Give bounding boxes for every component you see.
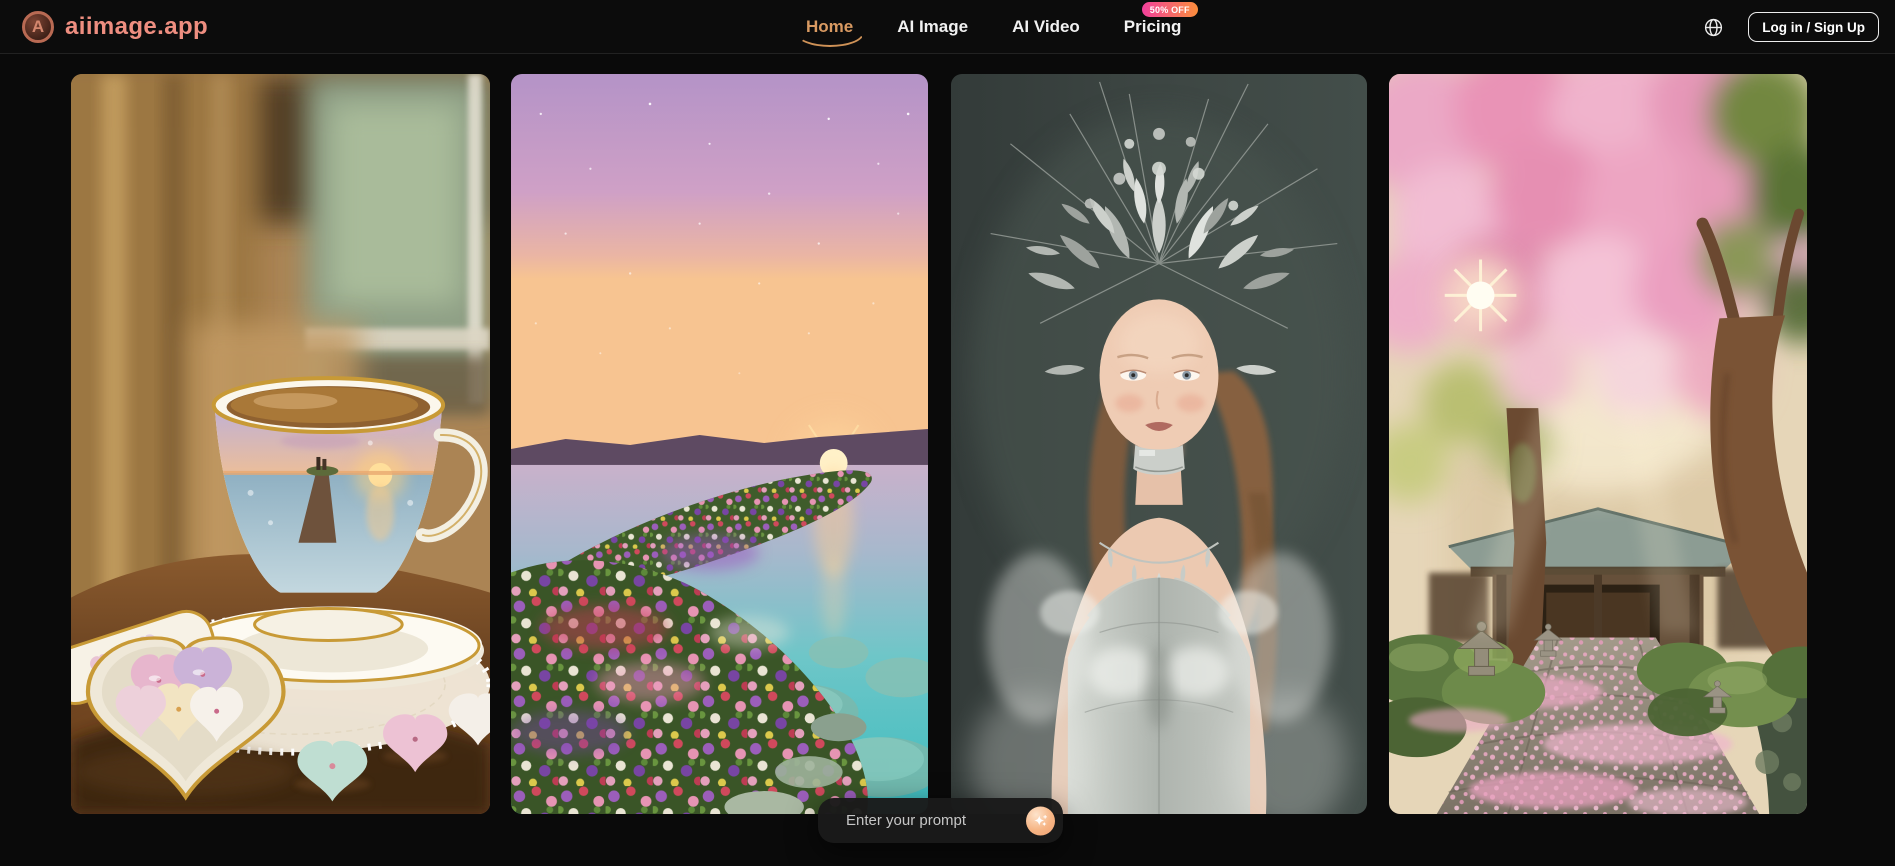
header-actions: Log in / Sign Up (1702, 0, 1879, 54)
login-signup-button[interactable]: Log in / Sign Up (1748, 12, 1879, 42)
top-navigation-bar: A aiimage.app Home AI Image AI Video Pri… (0, 0, 1895, 54)
brand-logo-icon: A (22, 11, 54, 43)
generate-button[interactable] (1026, 806, 1055, 835)
nav-item-home[interactable]: Home (806, 0, 853, 54)
prompt-bar (818, 798, 1063, 843)
nav-item-ai-image[interactable]: AI Image (897, 0, 968, 54)
gallery-image-flower-island (511, 74, 928, 814)
nav-item-ai-video-label: AI Video (1012, 17, 1080, 37)
brand-logo-letter: A (32, 18, 44, 35)
nav-item-pricing[interactable]: Pricing 50% OFF (1124, 0, 1182, 54)
prompt-input[interactable] (844, 811, 1017, 830)
gallery-card-flower-island[interactable] (511, 74, 928, 814)
nav-item-pricing-label: Pricing (1124, 17, 1182, 37)
gallery-card-silver-portrait[interactable] (951, 74, 1367, 814)
brand-logo[interactable]: A aiimage.app (22, 0, 208, 54)
discount-badge: 50% OFF (1142, 2, 1198, 17)
active-underline (796, 33, 864, 47)
main-nav: Home AI Image AI Video Pricing 50% OFF (806, 0, 1181, 54)
brand-name: aiimage.app (65, 13, 208, 41)
gallery-card-teacup[interactable] (71, 74, 490, 814)
nav-item-ai-video[interactable]: AI Video (1012, 0, 1080, 54)
gallery-image-silver-portrait (951, 74, 1367, 814)
gallery-image-cherry-blossom (1389, 74, 1807, 814)
nav-item-ai-image-label: AI Image (897, 17, 968, 37)
gallery-image-teacup (71, 74, 490, 814)
gallery-card-cherry-blossom[interactable] (1389, 74, 1807, 814)
sparkles-icon (1033, 813, 1048, 828)
language-globe-icon[interactable] (1702, 16, 1724, 38)
